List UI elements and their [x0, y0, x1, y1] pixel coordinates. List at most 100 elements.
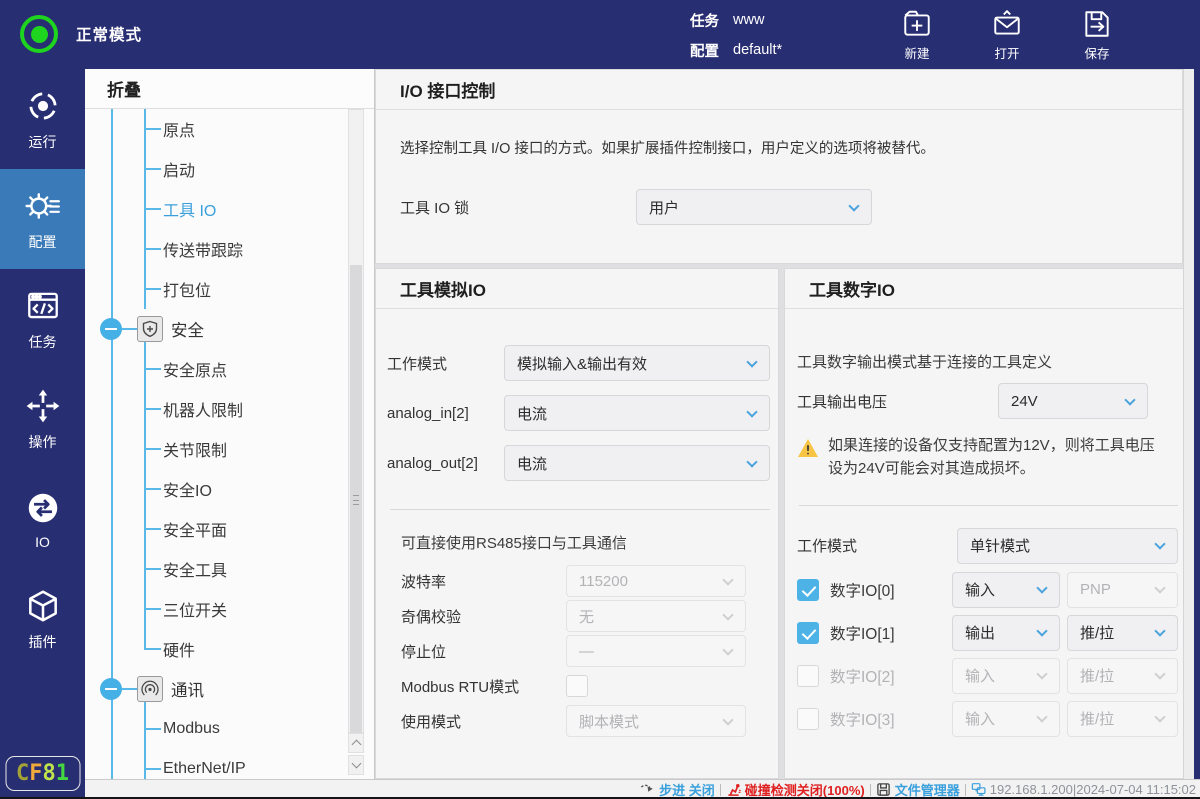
chevron-down-icon	[1036, 668, 1047, 679]
digital-work-mode-select[interactable]: 单针模式	[957, 528, 1178, 564]
tree-item[interactable]: 硬件	[163, 629, 195, 669]
tree-connector-line	[144, 208, 161, 210]
tree-item[interactable]: 关节限制	[163, 429, 227, 469]
chevron-down-icon	[1036, 625, 1047, 636]
tree-item[interactable]: 安全工具	[163, 549, 227, 589]
tree-connector-line	[144, 568, 161, 570]
tool-io-lock-select[interactable]: 用户	[636, 189, 872, 225]
operate-icon	[24, 387, 62, 425]
baud-rate-select: 115200	[566, 565, 746, 597]
analog-out-select[interactable]: 电流	[504, 445, 770, 481]
digital-io-checkbox[interactable]	[797, 708, 819, 730]
tree-item[interactable]: 安全	[171, 309, 204, 349]
digital-io-mode-select: PNP	[1067, 572, 1178, 608]
chevron-down-icon	[1154, 711, 1165, 722]
chevron-down-icon	[722, 574, 733, 585]
main-scroll-gutter[interactable]	[1183, 69, 1194, 779]
tree-item[interactable]: Modbus	[163, 709, 220, 749]
open-button[interactable]: 打开	[978, 8, 1036, 62]
save-button[interactable]: 保存	[1068, 8, 1126, 62]
digital-io-note: 工具数字输出模式基于连接的工具定义	[797, 351, 1178, 372]
collapse-minus-icon[interactable]	[100, 318, 122, 340]
tree-connector-line	[144, 128, 161, 130]
tree-item[interactable]: 安全平面	[163, 509, 227, 549]
plugin-icon	[24, 587, 62, 625]
digital-io-checkbox[interactable]	[797, 579, 819, 601]
collapse-minus-icon[interactable]	[100, 678, 122, 700]
sidebar-item-plugin[interactable]: 插件	[0, 569, 85, 669]
sidebar-item-io[interactable]: IO	[0, 469, 85, 569]
tree-row: 传送带跟踪	[85, 229, 348, 269]
stop-bit-select: —	[566, 635, 746, 667]
tree-item[interactable]: 传送带跟踪	[163, 229, 243, 269]
tool-io-lock-label: 工具 IO 锁	[400, 197, 636, 218]
tree-connector-line	[144, 368, 161, 370]
sidebar-item-run[interactable]: 运行	[0, 69, 85, 169]
tree-row: 启动	[85, 149, 348, 189]
tree-item[interactable]: 工具 IO	[163, 189, 216, 229]
tree-connector-line	[144, 248, 161, 250]
tree-item[interactable]: 原点	[163, 109, 195, 149]
analog-in-select[interactable]: 电流	[504, 395, 770, 431]
sidebar-item-label: 操作	[29, 432, 57, 452]
tool-output-voltage-select[interactable]: 24V	[998, 383, 1148, 419]
tool-analog-io-section: 工具模拟IO 工作模式 模拟输入&输出有效	[375, 268, 779, 779]
digital-io-checkbox[interactable]	[797, 622, 819, 644]
warning-icon	[797, 438, 819, 458]
tree-row: 安全	[85, 309, 348, 349]
chevron-down-icon	[1154, 538, 1165, 549]
section-title: 工具数字IO	[785, 269, 1185, 309]
digital-io-checkbox[interactable]	[797, 665, 819, 687]
tree-row: 原点	[85, 109, 348, 149]
digital-io-row: 数字IO[2]输入推/拉	[797, 658, 1178, 694]
digital-io-mode-select: 推/拉	[1067, 701, 1178, 737]
tree-scrollbar-thumb[interactable]	[350, 265, 362, 735]
new-button[interactable]: 新建	[888, 8, 946, 62]
tree-item[interactable]: 打包位	[163, 269, 211, 309]
tree-item[interactable]: 安全IO	[163, 469, 212, 509]
tree-row: 工具 IO	[85, 189, 348, 229]
sidebar-item-operate[interactable]: 操作	[0, 369, 85, 469]
tree-item[interactable]: 三位开关	[163, 589, 227, 629]
digital-io-direction-select: 输入	[952, 658, 1060, 694]
config-label: 配置	[690, 40, 719, 61]
tree-item[interactable]: 通讯	[171, 669, 204, 709]
collapse-header[interactable]: 折叠	[85, 69, 374, 109]
tree-connector-line	[144, 168, 161, 170]
parity-label: 奇偶校验	[401, 606, 566, 627]
tree-connector-line	[144, 728, 161, 730]
tree-item[interactable]: EtherNet/IP	[163, 749, 246, 779]
sidebar-item-task[interactable]: 任务	[0, 269, 85, 369]
chevron-down-icon	[1124, 394, 1135, 405]
tree-scroll-down-button[interactable]	[348, 755, 364, 775]
sidebar-item-settings[interactable]: 配置	[0, 169, 85, 269]
sidebar-item-label: 任务	[29, 332, 57, 352]
tree-row: 安全平面	[85, 509, 348, 549]
config-tree-panel: 折叠 原点启动工具 IO传送带跟踪打包位安全安全原点机器人限制关节限制安全IO安…	[85, 69, 375, 779]
tree-row: 硬件	[85, 629, 348, 669]
run-icon	[24, 87, 62, 125]
baud-rate-label: 波特率	[401, 571, 566, 592]
digital-io-mode-select: 推/拉	[1067, 658, 1178, 694]
tree-scrollbar[interactable]	[348, 109, 364, 733]
voltage-warning-text: 如果连接的设备仅支持配置为12V，则将工具电压设为24V可能会对其造成损坏。	[828, 434, 1158, 481]
tree-row: 安全工具	[85, 549, 348, 589]
io-interface-section: I/O 接口控制 选择控制工具 I/O 接口的方式。如果扩展插件控制接口，用户定…	[375, 69, 1183, 264]
digital-io-direction-select[interactable]: 输出	[952, 615, 1060, 651]
status-bar: 步进 关闭 碰撞检测关闭(100%)	[85, 779, 1200, 799]
tree-item[interactable]: 启动	[163, 149, 195, 189]
digital-io-label: 数字IO[2]	[830, 665, 952, 687]
tree-item[interactable]: 安全原点	[163, 349, 227, 389]
digital-io-mode-select[interactable]: 推/拉	[1067, 615, 1178, 651]
digital-io-label: 数字IO[1]	[830, 622, 952, 644]
tree-row: 安全IO	[85, 469, 348, 509]
analog-work-mode-select[interactable]: 模拟输入&输出有效	[504, 345, 770, 381]
digital-io-direction-select[interactable]: 输入	[952, 572, 1060, 608]
divider	[720, 784, 721, 796]
section-title: 工具模拟IO	[376, 269, 778, 309]
network-status: 192.168.1.200|2024-07-04 11:15:02	[971, 782, 1196, 797]
digital-io-row: 数字IO[3]输入推/拉	[797, 701, 1178, 737]
tree-item[interactable]: 机器人限制	[163, 389, 243, 429]
sidebar-item-label: 运行	[29, 132, 57, 152]
tree-scroll-up-button[interactable]	[348, 733, 364, 753]
